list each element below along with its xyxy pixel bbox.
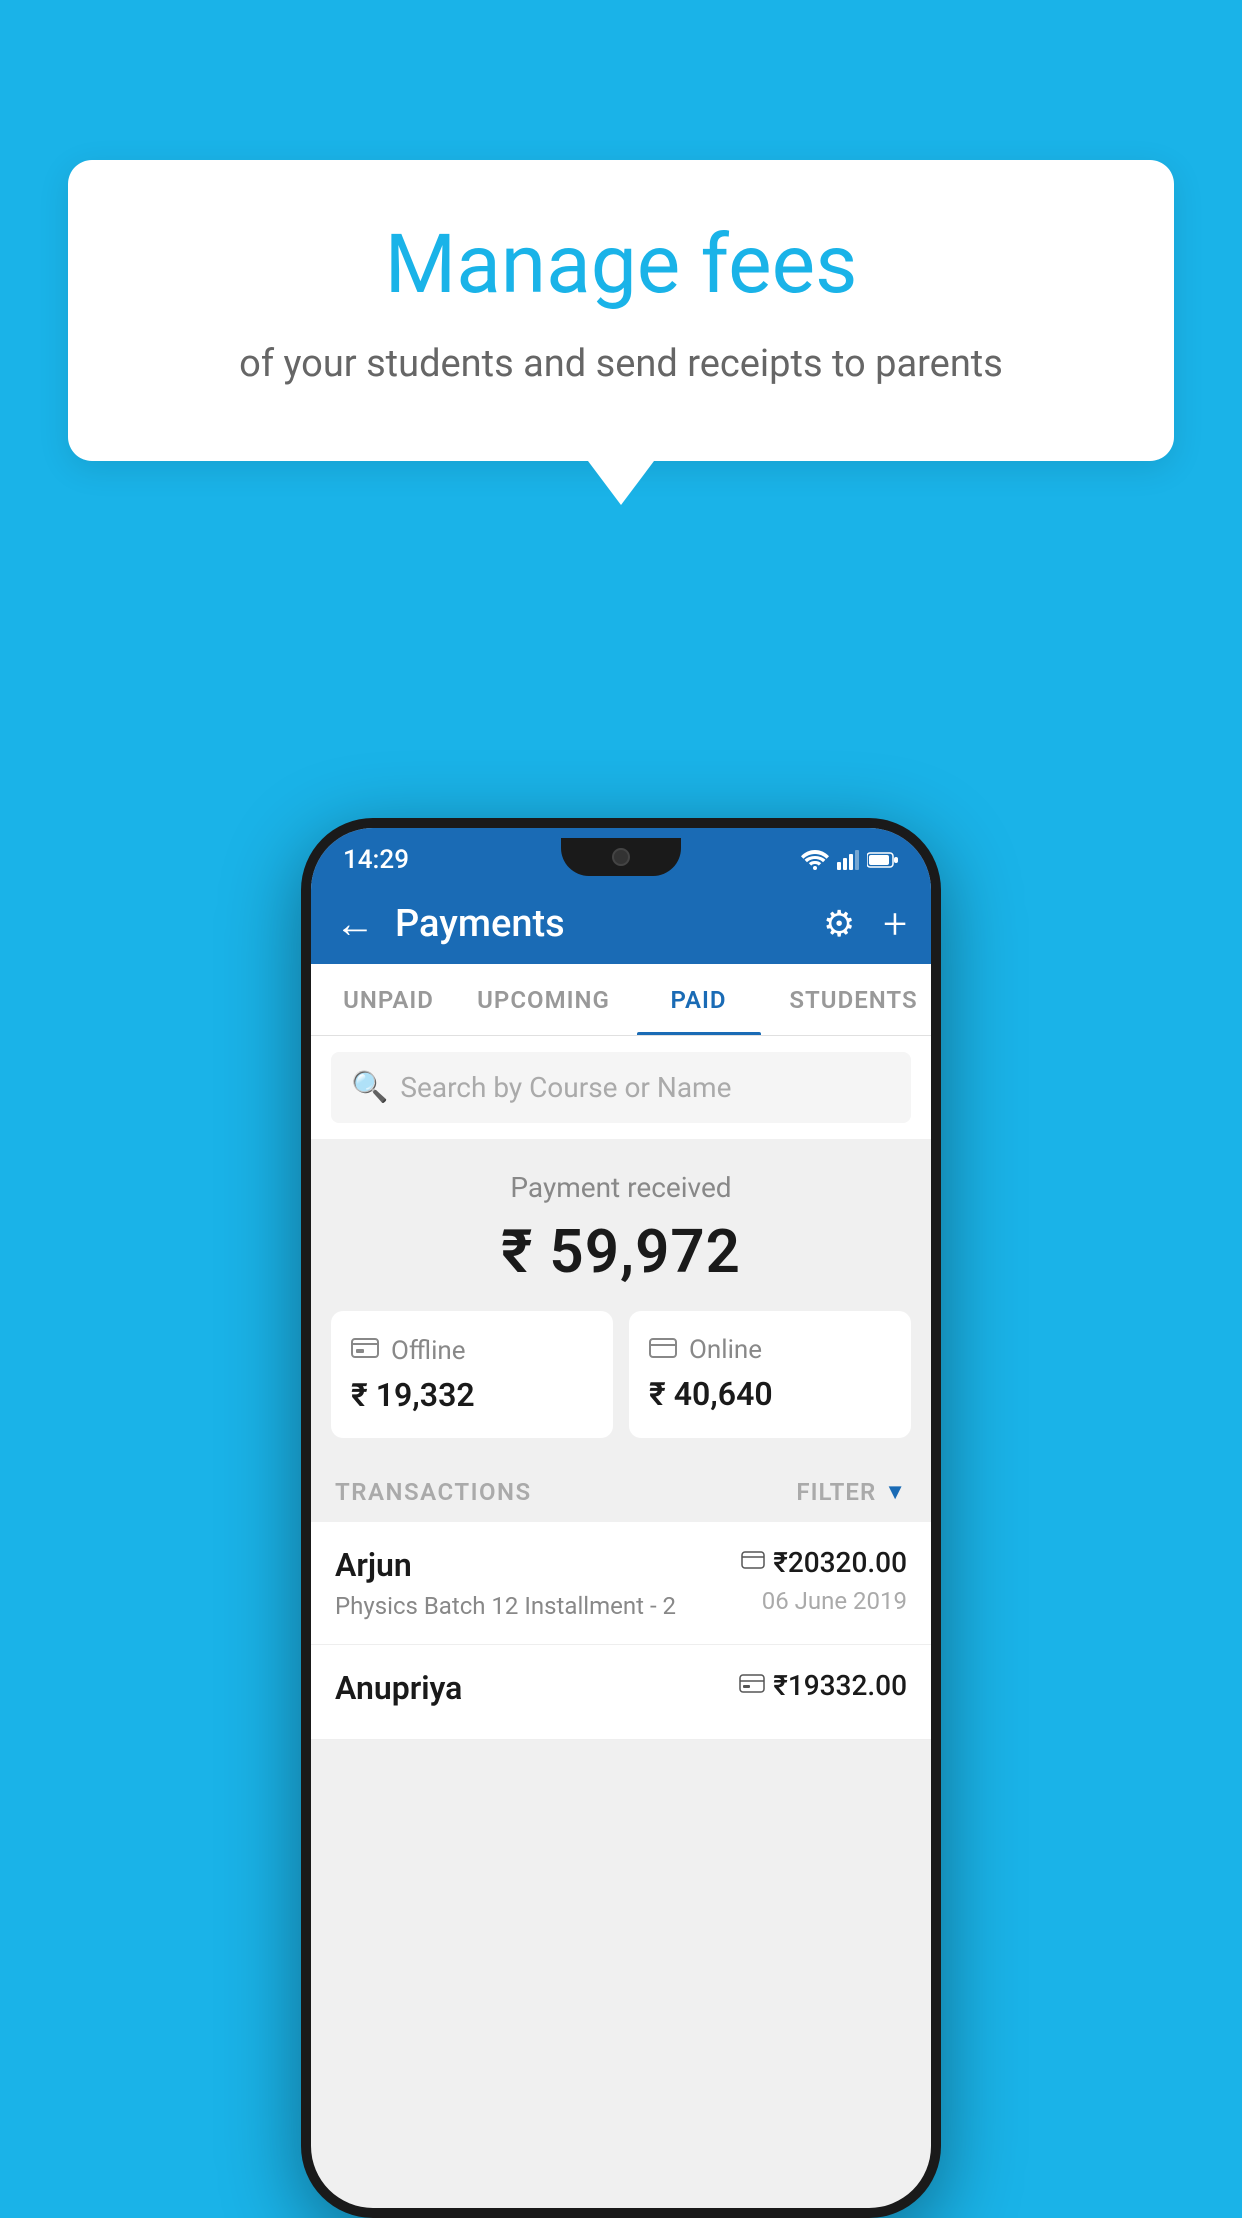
online-icon <box>649 1335 677 1365</box>
payment-received-section: Payment received ₹ 59,972 <box>311 1139 931 1311</box>
online-card-header: Online <box>649 1335 891 1365</box>
tooltip-subtitle: of your students and send receipts to pa… <box>138 338 1104 391</box>
search-placeholder: Search by Course or Name <box>400 1071 731 1104</box>
phone-frame: 14:29 <box>301 818 941 2218</box>
transaction-type-icon <box>741 1550 765 1575</box>
settings-button[interactable]: ⚙ <box>823 903 855 945</box>
tab-upcoming[interactable]: UPCOMING <box>466 964 621 1035</box>
transactions-header: TRANSACTIONS FILTER ▼ <box>311 1462 931 1522</box>
status-icons <box>801 850 899 870</box>
offline-card: Offline ₹ 19,332 <box>331 1311 613 1438</box>
offline-card-header: Offline <box>351 1335 593 1366</box>
camera <box>612 848 630 866</box>
transaction-right: ₹20320.00 06 June 2019 <box>741 1546 907 1615</box>
transaction-amount-row: ₹19332.00 <box>739 1669 907 1702</box>
battery-icon <box>867 852 899 868</box>
tab-paid[interactable]: PAID <box>621 964 776 1035</box>
tooltip-card: Manage fees of your students and send re… <box>68 160 1174 461</box>
offline-icon <box>351 1335 379 1366</box>
transaction-name: Arjun <box>335 1546 676 1584</box>
transactions-label: TRANSACTIONS <box>335 1478 532 1506</box>
add-button[interactable]: + <box>883 900 907 949</box>
online-amount: ₹ 40,640 <box>649 1375 891 1413</box>
transaction-amount-row: ₹20320.00 <box>741 1546 907 1579</box>
filter-icon: ▼ <box>884 1479 907 1505</box>
back-button[interactable]: ← <box>335 904 375 944</box>
phone-screen: 14:29 <box>311 828 931 2208</box>
transaction-type-icon-offline <box>739 1672 765 1700</box>
transaction-date: 06 June 2019 <box>762 1587 907 1615</box>
transaction-amount: ₹20320.00 <box>773 1546 907 1579</box>
transaction-left: Anupriya <box>335 1669 462 1715</box>
transaction-left: Arjun Physics Batch 12 Installment - 2 <box>335 1546 676 1620</box>
tabs-bar: UNPAID UPCOMING PAID STUDENTS <box>311 964 931 1036</box>
online-card: Online ₹ 40,640 <box>629 1311 911 1438</box>
transaction-right: ₹19332.00 <box>739 1669 907 1710</box>
payment-received-amount: ₹ 59,972 <box>335 1216 907 1287</box>
transaction-course: Physics Batch 12 Installment - 2 <box>335 1592 676 1620</box>
transaction-row[interactable]: Anupriya ₹19332.00 <box>311 1645 931 1740</box>
status-time: 14:29 <box>343 845 409 875</box>
search-bar-wrap: 🔍 Search by Course or Name <box>311 1036 931 1139</box>
tab-students[interactable]: STUDENTS <box>776 964 931 1035</box>
payment-cards: Offline ₹ 19,332 Online ₹ 40,640 <box>311 1311 931 1462</box>
search-icon: 🔍 <box>351 1070 388 1105</box>
transaction-list: Arjun Physics Batch 12 Installment - 2 ₹… <box>311 1522 931 1740</box>
header-title: Payments <box>395 902 803 946</box>
header-icons: ⚙ + <box>823 900 907 949</box>
transaction-name: Anupriya <box>335 1669 462 1707</box>
offline-amount: ₹ 19,332 <box>351 1376 593 1414</box>
offline-label: Offline <box>391 1336 466 1366</box>
payment-received-label: Payment received <box>335 1171 907 1204</box>
tab-unpaid[interactable]: UNPAID <box>311 964 466 1035</box>
notch <box>561 838 681 876</box>
search-bar[interactable]: 🔍 Search by Course or Name <box>331 1052 911 1123</box>
app-header: ← Payments ⚙ + <box>311 884 931 964</box>
wifi-icon <box>801 850 829 870</box>
filter-label: FILTER <box>796 1478 876 1506</box>
signal-icon <box>837 850 859 870</box>
online-label: Online <box>689 1335 762 1365</box>
transaction-row[interactable]: Arjun Physics Batch 12 Installment - 2 ₹… <box>311 1522 931 1645</box>
transaction-amount: ₹19332.00 <box>773 1669 907 1702</box>
tooltip-title: Manage fees <box>138 220 1104 310</box>
filter-button[interactable]: FILTER ▼ <box>796 1478 907 1506</box>
